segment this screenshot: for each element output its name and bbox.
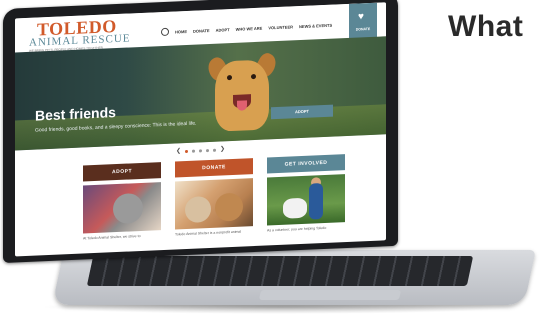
donate-card-image bbox=[175, 178, 253, 230]
get-involved-card-title[interactable]: GET INVOLVED bbox=[267, 154, 345, 174]
person-image bbox=[309, 183, 323, 220]
donate-card[interactable]: DONATE Toledo Animal Shelter is a nonpro… bbox=[175, 158, 253, 236]
carousel-dot[interactable] bbox=[206, 148, 209, 152]
donate-card-text: Toledo Animal Shelter is a nonprofit ani… bbox=[175, 229, 242, 237]
laptop-trackpad bbox=[258, 290, 402, 300]
get-involved-card-text: As a volunteer, you are helping Toledo bbox=[267, 225, 327, 233]
dog-image bbox=[283, 197, 307, 219]
nav-item-volunteer[interactable]: VOLUNTEER bbox=[268, 24, 293, 30]
carousel-dot[interactable] bbox=[192, 149, 195, 153]
nav-item-news-events[interactable]: NEWS & EVENTS bbox=[299, 22, 332, 28]
carousel-dot[interactable] bbox=[199, 148, 202, 152]
get-involved-card[interactable]: GET INVOLVED As a volunteer, you are hel… bbox=[267, 154, 345, 232]
donate-tab[interactable]: ♥ DONATE bbox=[349, 2, 377, 40]
kitten-image bbox=[185, 195, 211, 224]
chevron-left-icon[interactable]: ❮ bbox=[176, 148, 181, 154]
donate-card-title[interactable]: DONATE bbox=[175, 158, 253, 178]
page-heading: What bbox=[448, 10, 524, 43]
carousel-dot[interactable] bbox=[185, 149, 188, 153]
carousel-dot[interactable] bbox=[213, 148, 216, 152]
heart-icon: ♥ bbox=[358, 11, 364, 23]
chevron-right-icon[interactable]: ❯ bbox=[220, 146, 225, 152]
get-involved-card-image bbox=[267, 174, 345, 226]
donate-tab-label: DONATE bbox=[355, 26, 371, 32]
adopt-card-title[interactable]: ADOPT bbox=[83, 162, 161, 182]
laptop-screen: TOLEDO ANIMAL RESCUE WE BRING PETS, PEOP… bbox=[15, 2, 386, 257]
adopt-card-text: At Toledo Animal Shelter, we strive to bbox=[83, 233, 141, 241]
cat-image bbox=[113, 192, 143, 225]
main-nav: HOME DONATE ADOPT WHO WE ARE VOLUNTEER N… bbox=[161, 21, 332, 37]
nav-item-home[interactable]: HOME bbox=[175, 28, 187, 34]
adopt-card[interactable]: ADOPT At Toledo Animal Shelter, we striv… bbox=[83, 162, 161, 241]
laptop-lid: TOLEDO ANIMAL RESCUE WE BRING PETS, PEOP… bbox=[3, 0, 398, 263]
laptop-keyboard bbox=[86, 256, 474, 286]
nav-item-who-we-are[interactable]: WHO WE ARE bbox=[236, 25, 263, 31]
adopt-card-image bbox=[83, 182, 161, 234]
search-icon[interactable] bbox=[161, 27, 169, 37]
kitten-image bbox=[215, 192, 243, 222]
nav-item-adopt[interactable]: ADOPT bbox=[216, 27, 230, 33]
nav-item-donate[interactable]: DONATE bbox=[193, 27, 210, 33]
hero-banner: Best friends Good friends, good books, a… bbox=[15, 36, 386, 151]
